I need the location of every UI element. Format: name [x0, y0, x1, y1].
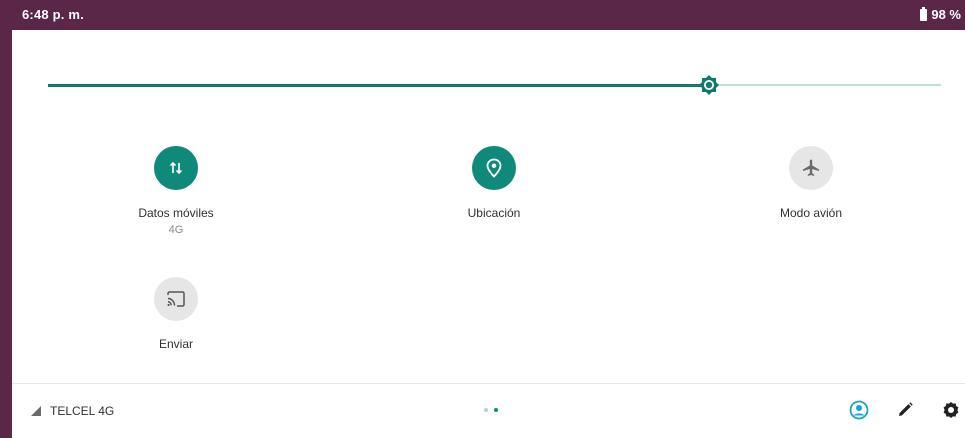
carrier-info[interactable]: TELCEL 4G [30, 404, 114, 418]
battery-icon [920, 6, 928, 21]
brightness-slider[interactable] [48, 75, 941, 95]
tile-airplane-mode[interactable]: Modo avión [721, 146, 901, 220]
tile-label: Modo avión [779, 206, 843, 220]
status-bar: 6:48 p. m. 98 % [0, 0, 965, 30]
tile-cast[interactable]: Enviar [86, 277, 266, 351]
cast-button[interactable] [154, 277, 198, 321]
battery-percent: 98 % [931, 7, 961, 22]
footer-divider [12, 383, 965, 384]
mobile-data-icon [169, 161, 183, 175]
edit-button[interactable] [895, 400, 915, 420]
status-right: 98 % [920, 6, 961, 22]
signal-icon [31, 406, 41, 416]
user-icon [849, 400, 869, 420]
page-indicator [484, 408, 498, 412]
tile-sublabel: 4G [168, 224, 184, 236]
cast-icon [167, 291, 185, 307]
airplane-mode-button[interactable] [789, 146, 833, 190]
carrier-label: TELCEL 4G [50, 404, 115, 418]
tile-label: Datos móviles [138, 206, 214, 220]
brightness-thumb[interactable] [698, 74, 720, 96]
brightness-fill [48, 84, 709, 87]
brightness-icon [698, 75, 719, 95]
settings-button[interactable] [941, 400, 961, 420]
edit-icon [899, 402, 913, 416]
page-dot [484, 408, 488, 412]
mobile-data-button[interactable] [154, 146, 198, 190]
location-icon [486, 158, 502, 178]
quick-settings-panel: Datos móviles 4G Ubicación Modo avión En… [12, 30, 965, 438]
location-button[interactable] [472, 146, 516, 190]
tile-mobile-data[interactable]: Datos móviles 4G [86, 146, 266, 236]
status-time: 6:48 p. m. [22, 7, 84, 22]
airplane-icon [803, 159, 819, 176]
tile-label: Ubicación [467, 206, 521, 220]
tile-location[interactable]: Ubicación [404, 146, 584, 220]
settings-icon [943, 402, 959, 418]
tile-label: Enviar [158, 337, 193, 351]
page-dot-active [494, 408, 498, 412]
user-button[interactable] [849, 400, 869, 420]
